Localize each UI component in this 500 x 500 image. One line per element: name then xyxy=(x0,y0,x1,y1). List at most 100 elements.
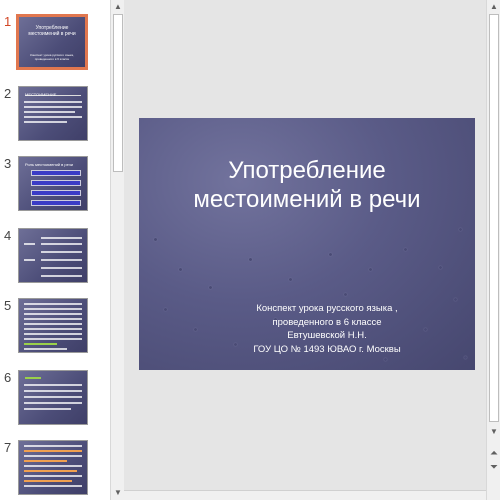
thumbnail-text-line xyxy=(24,408,71,410)
thumbnail-highlight xyxy=(24,450,82,452)
thumbnail-scrollbar[interactable]: ▲ ▼ xyxy=(110,0,124,500)
thumbnail-number: 4 xyxy=(4,228,12,243)
slide-title[interactable]: Употребление местоимений в речи xyxy=(159,156,455,214)
thumbnail-number: 2 xyxy=(4,86,12,101)
thumbnail-box xyxy=(31,190,81,196)
thumbnail-text-line xyxy=(24,116,82,118)
thumbnail-text-line xyxy=(24,485,82,487)
thumbnail-text-line xyxy=(24,121,67,123)
slide-subtitle-line: Конспект урока русского языка , xyxy=(256,303,398,314)
scrollbar-thumb[interactable] xyxy=(113,14,123,172)
background-dot xyxy=(384,358,387,361)
slide-thumbnail-panel: 1 Употребление местоимений в речи Конспе… xyxy=(0,0,110,500)
scroll-down-arrow-icon[interactable]: ▼ xyxy=(487,426,500,438)
background-dot xyxy=(459,228,462,231)
slide-subtitle-line: Евтушевской Н.Н. xyxy=(287,330,367,341)
background-dot xyxy=(154,238,157,241)
thumbnail-text-line xyxy=(24,465,82,467)
background-dot xyxy=(179,268,182,271)
thumbnail-item-4[interactable]: 4 xyxy=(0,228,110,284)
thumbnail-subtitle: Конспект урока русского языка, проведенн… xyxy=(30,53,74,61)
thumbnail-text-line xyxy=(41,251,82,253)
slide-thumbnail-3[interactable]: Роль местоимений в речи xyxy=(18,156,88,211)
thumbnail-text-line xyxy=(41,237,82,239)
thumbnail-highlight xyxy=(24,470,77,472)
thumbnail-item-3[interactable]: 3 Роль местоимений в речи xyxy=(0,156,110,212)
slide-subtitle-line: проведенного в 6 классе xyxy=(272,316,382,328)
background-dot xyxy=(164,308,167,311)
background-dot xyxy=(194,328,197,331)
thumbnail-number: 6 xyxy=(4,370,12,385)
background-dot xyxy=(344,293,347,296)
thumbnail-box xyxy=(31,200,81,206)
background-dot xyxy=(439,266,442,269)
thumbnail-highlight xyxy=(25,377,41,379)
thumbnail-text-line xyxy=(24,106,82,108)
thumbnail-heading: Роль местоимений в речи xyxy=(25,162,74,167)
slide-thumbnail-4[interactable] xyxy=(18,228,88,283)
thumbnail-text-line xyxy=(24,402,82,404)
thumbnail-text-line xyxy=(24,308,82,310)
slide-thumbnail-2[interactable]: МЕСТОИМЕНИЕ xyxy=(18,86,88,141)
scroll-up-arrow-icon[interactable]: ▲ xyxy=(487,1,500,13)
thumbnail-highlight xyxy=(24,343,57,345)
background-dot xyxy=(249,258,252,261)
thumbnail-item-1[interactable]: 1 Употребление местоимений в речи Конспе… xyxy=(0,14,110,70)
background-dot xyxy=(369,268,372,271)
thumbnail-heading: МЕСТОИМЕНИЕ xyxy=(25,92,81,97)
thumbnail-highlight xyxy=(24,480,72,482)
background-dot xyxy=(209,286,212,289)
slide-subtitle-line: ГОУ ЦО № 1493 ЮВАО г. Москвы xyxy=(253,343,401,355)
thumbnail-text-line xyxy=(24,259,35,261)
thumbnail-text-line xyxy=(24,303,82,305)
background-dot xyxy=(404,248,407,251)
background-dot xyxy=(329,253,332,256)
thumbnail-text-line xyxy=(24,323,82,325)
thumbnail-text-line xyxy=(24,475,82,477)
slide-thumbnail-7[interactable] xyxy=(18,440,88,495)
thumbnail-item-7[interactable]: 7 xyxy=(0,440,110,496)
thumbnail-number: 7 xyxy=(4,440,12,455)
slide-thumbnail-5[interactable] xyxy=(18,298,88,353)
current-slide[interactable]: Употребление местоимений в речи Конспект… xyxy=(139,118,475,370)
thumbnail-item-5[interactable]: 5 xyxy=(0,298,110,354)
slide-scrollbar[interactable]: ▲ ▼ ⏶ ⏷ xyxy=(486,0,500,500)
scroll-up-arrow-icon[interactable]: ▲ xyxy=(111,1,125,13)
thumbnail-highlight xyxy=(24,460,67,462)
slide-subtitle[interactable]: Конспект урока русского языка , проведен… xyxy=(199,302,455,356)
thumbnail-number: 3 xyxy=(4,156,12,171)
thumbnail-text-line xyxy=(41,275,82,277)
thumbnail-item-6[interactable]: 6 xyxy=(0,370,110,426)
thumbnail-text-line xyxy=(24,243,35,245)
slide-title-line: Употребление xyxy=(228,157,386,184)
thumbnail-item-2[interactable]: 2 МЕСТОИМЕНИЕ xyxy=(0,86,110,142)
previous-slide-icon[interactable]: ⏶ xyxy=(487,448,500,460)
next-slide-icon[interactable]: ⏷ xyxy=(487,462,500,474)
thumbnail-title: Употребление местоимений в речи xyxy=(28,25,76,37)
thumbnail-text-line xyxy=(24,328,82,330)
background-dot xyxy=(464,356,467,359)
horizontal-scroll-strip xyxy=(124,490,486,500)
background-dot xyxy=(454,298,457,301)
thumbnail-text-line xyxy=(24,445,82,447)
thumbnail-text-line xyxy=(24,101,82,103)
thumbnail-text-line xyxy=(24,390,82,392)
slide-title-line: местоимений в речи xyxy=(193,186,421,213)
thumbnail-number: 5 xyxy=(4,298,12,313)
slide-thumbnail-1[interactable]: Употребление местоимений в речи Конспект… xyxy=(16,14,88,70)
thumbnail-text-line xyxy=(24,333,82,335)
thumbnail-text-line xyxy=(41,267,82,269)
slide-editor-area: Употребление местоимений в речи Конспект… xyxy=(124,0,486,490)
background-dot xyxy=(289,278,292,281)
thumbnail-text-line xyxy=(24,313,82,315)
thumbnail-box xyxy=(31,180,81,186)
thumbnail-text-line xyxy=(24,111,75,113)
thumbnail-text-line xyxy=(24,338,82,340)
thumbnail-text-line xyxy=(24,455,82,457)
scrollbar-thumb[interactable] xyxy=(489,14,499,422)
thumbnail-text-line xyxy=(24,396,82,398)
scroll-down-arrow-icon[interactable]: ▼ xyxy=(111,487,125,499)
thumbnail-text-line xyxy=(41,243,82,245)
thumbnail-number: 1 xyxy=(4,14,12,29)
slide-thumbnail-6[interactable] xyxy=(18,370,88,425)
